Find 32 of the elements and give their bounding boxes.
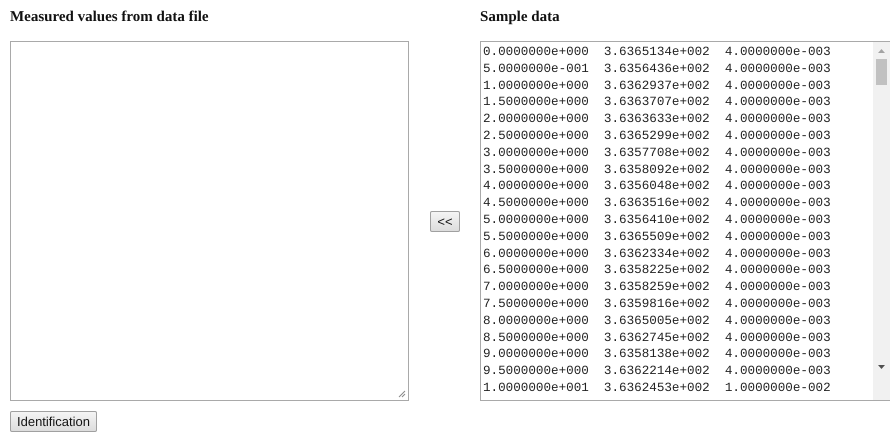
sample-data-field[interactable] [480, 41, 890, 401]
copy-button[interactable]: << [430, 210, 460, 232]
data-line: 1.5000000e+000 3.6363707e+002 4.0000000e-003 [483, 95, 831, 110]
scroll-thumb[interactable] [876, 59, 887, 85]
resize-grip-icon[interactable] [397, 389, 406, 398]
data-line: 2.0000000e+000 3.6363633e+002 4.0000000e-003 [483, 112, 831, 126]
scroll-down-icon[interactable] [878, 365, 885, 370]
data-line: 4.5000000e+000 3.6363516e+002 4.0000000e-003 [483, 196, 831, 210]
data-line: 9.5000000e+000 3.6362214e+002 4.0000000e-003 [483, 364, 831, 378]
data-line: 9.0000000e+000 3.6358138e+002 4.0000000e-003 [483, 347, 831, 362]
data-line: 8.5000000e+000 3.6362745e+002 4.0000000e-003 [483, 330, 831, 345]
data-line: 7.0000000e+000 3.6358259e+002 4.0000000e-003 [483, 280, 831, 294]
data-line: 1.0000000e+000 3.6362937e+002 4.0000000e-003 [483, 78, 831, 93]
section-heading: Measured values from data file [10, 8, 210, 27]
data-line: 1.0000000e+001 3.6362453e+002 1.0000000e-002 [483, 380, 831, 395]
data-line: 7.5000000e+000 3.6359816e+002 4.0000000e-003 [483, 296, 831, 311]
scrollbar[interactable] [873, 42, 890, 400]
data-line: 5.0000000e+000 3.6356410e+002 4.0000000e-003 [483, 212, 831, 227]
data-line: 0.0000000e+000 3.6365134e+002 4.0000000e-003 [483, 45, 831, 59]
data-line: 5.0000000e-001 3.6356436e+002 4.0000000e-003 [483, 62, 831, 76]
measured-values-field[interactable] [10, 41, 409, 401]
data-line: 2.5000000e+000 3.6365299e+002 4.0000000e-003 [483, 128, 831, 143]
identification-button[interactable]: Identification [10, 411, 97, 432]
data-line: 8.0000000e+000 3.6365005e+002 4.0000000e-003 [483, 314, 831, 328]
section-heading: Sample data [480, 8, 561, 27]
data-line: 3.5000000e+000 3.6358092e+002 4.0000000e-003 [483, 162, 831, 177]
scroll-up-icon[interactable] [878, 48, 885, 53]
data-line: 3.0000000e+000 3.6357708e+002 4.0000000e-003 [483, 146, 831, 160]
data-line: 6.5000000e+000 3.6358225e+002 4.0000000e-003 [483, 263, 831, 278]
data-line: 4.0000000e+000 3.6356048e+002 4.0000000e-003 [483, 179, 831, 194]
data-line: 6.0000000e+000 3.6362334e+002 4.0000000e-003 [483, 246, 831, 261]
data-line: 5.5000000e+000 3.6365509e+002 4.0000000e-003 [483, 230, 831, 244]
